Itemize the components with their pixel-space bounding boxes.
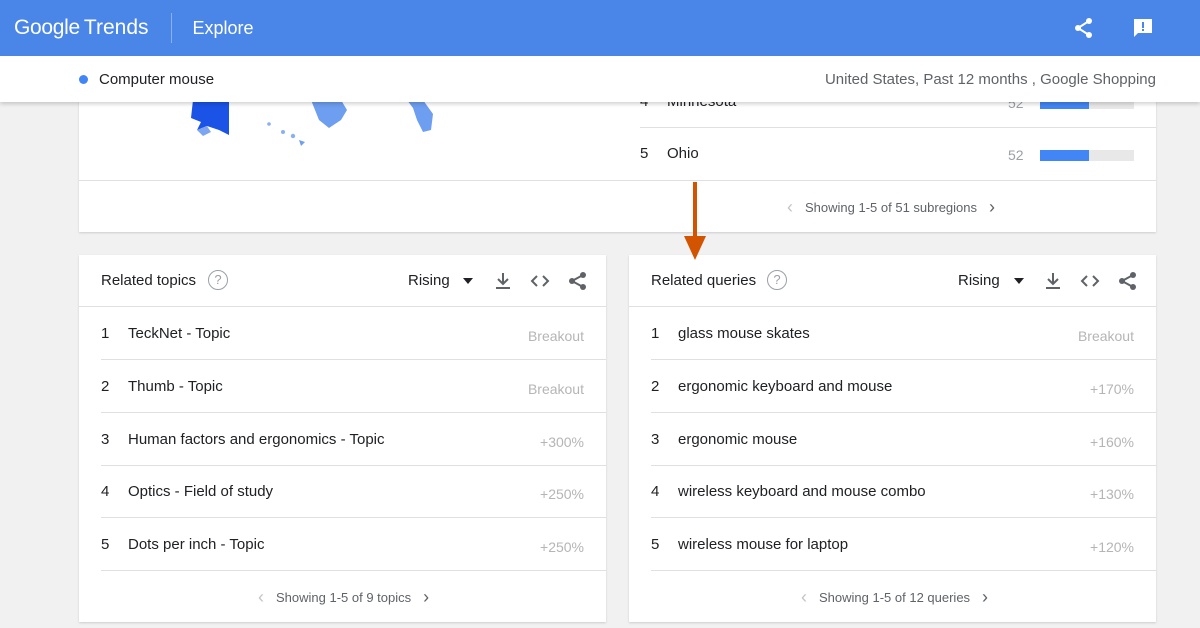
row-value: +160% — [1090, 434, 1134, 450]
row-value: +130% — [1090, 486, 1134, 502]
related-queries-header: Related queries ? Rising — [629, 255, 1156, 307]
subregion-pager: ‹ Showing 1-5 of 51 subregions › — [775, 197, 1007, 218]
row-label: Thumb - Topic — [128, 378, 223, 395]
row-rank: 2 — [651, 378, 660, 395]
row-rank: 3 — [651, 431, 660, 448]
region-card: 4 Minnesota 52 5 Ohio 52 ‹ Showing 1-5 o… — [79, 80, 1156, 232]
row-value: +120% — [1090, 539, 1134, 555]
row-rank: 5 — [651, 536, 660, 553]
header-divider — [170, 13, 172, 43]
row-value: Breakout — [1077, 328, 1134, 344]
embed-code-icon[interactable] — [1079, 270, 1101, 292]
subregion-pager-text: Showing 1-5 of 51 subregions — [805, 200, 978, 215]
topics-pager-text: Showing 1-5 of 9 topics — [276, 590, 412, 605]
row-value: +300% — [540, 434, 584, 450]
download-icon[interactable] — [492, 270, 514, 292]
row-rank: 3 — [101, 431, 110, 448]
row-label: Human factors and ergonomics - Topic — [128, 431, 385, 448]
row-label: TeckNet - Topic — [128, 325, 231, 342]
google-trends-logo[interactable]: Google Trends — [14, 16, 149, 40]
row-label: ergonomic mouse — [678, 431, 798, 448]
prev-page-icon[interactable]: ‹ — [787, 197, 793, 218]
related-topic-row[interactable]: 2 Thumb - Topic Breakout — [101, 360, 606, 413]
topics-pager: ‹ Showing 1-5 of 9 topics › — [246, 587, 441, 608]
term-color-dot — [79, 74, 88, 84]
next-page-icon[interactable]: › — [423, 587, 429, 608]
subregion-name: Ohio — [667, 145, 699, 162]
app-bar: Google Trends Explore — [0, 0, 1200, 56]
next-page-icon[interactable]: › — [989, 197, 995, 218]
row-value: Breakout — [527, 328, 584, 344]
related-topics-card: Related topics ? Rising 1 TeckNet - Topi… — [79, 255, 606, 622]
search-term[interactable]: Computer mouse — [99, 71, 214, 88]
row-rank: 2 — [101, 378, 110, 395]
prev-page-icon[interactable]: ‹ — [801, 587, 807, 608]
help-icon[interactable]: ? — [208, 270, 228, 290]
logo-trends-text: Trends — [83, 16, 149, 39]
related-topic-row[interactable]: 1 TeckNet - Topic Breakout — [101, 307, 606, 360]
row-label: wireless mouse for laptop — [678, 536, 849, 553]
logo-google-text: Google — [14, 16, 80, 39]
row-label: glass mouse skates — [678, 325, 810, 342]
row-rank: 4 — [101, 483, 110, 500]
subregion-bar-track — [1040, 150, 1134, 161]
search-term-bar: Computer mouse United States, Past 12 mo… — [0, 56, 1200, 102]
row-value: +170% — [1090, 381, 1134, 397]
related-query-row[interactable]: 1 glass mouse skates Breakout — [651, 307, 1156, 360]
subregion-bar — [1040, 150, 1089, 161]
related-queries-title: Related queries — [651, 272, 757, 289]
row-rank: 4 — [651, 483, 660, 500]
chevron-down-icon[interactable] — [463, 278, 473, 284]
subregion-row[interactable]: 5 Ohio 52 — [640, 128, 1156, 180]
share-icon[interactable] — [1071, 15, 1097, 41]
queries-pager: ‹ Showing 1-5 of 12 queries › — [789, 587, 1000, 608]
subregion-rank: 5 — [640, 145, 649, 162]
related-topic-row[interactable]: 5 Dots per inch - Topic +250% — [101, 518, 606, 571]
row-label: Dots per inch - Topic — [128, 536, 265, 553]
queries-pager-text: Showing 1-5 of 12 queries — [819, 590, 971, 605]
row-label: wireless keyboard and mouse combo — [678, 483, 926, 500]
row-rank: 1 — [651, 325, 660, 342]
row-rank: 1 — [101, 325, 110, 342]
subregion-footer: ‹ Showing 1-5 of 51 subregions › — [79, 180, 1156, 232]
row-label: ergonomic keyboard and mouse — [678, 378, 893, 395]
download-icon[interactable] — [1042, 270, 1064, 292]
share-icon[interactable] — [567, 270, 589, 292]
page-title: Explore — [192, 17, 254, 38]
related-topics-header: Related topics ? Rising — [79, 255, 606, 307]
related-query-row[interactable]: 2 ergonomic keyboard and mouse +170% — [651, 360, 1156, 413]
subregion-value: 52 — [1008, 147, 1024, 163]
row-value: +250% — [540, 486, 584, 502]
search-filters[interactable]: United States, Past 12 months , Google S… — [825, 71, 1156, 88]
rising-dropdown[interactable]: Rising — [958, 272, 1000, 289]
annotation-arrow — [684, 182, 706, 260]
share-icon[interactable] — [1117, 270, 1139, 292]
feedback-icon[interactable] — [1130, 15, 1156, 41]
row-value: +250% — [540, 539, 584, 555]
related-topic-row[interactable]: 4 Optics - Field of study +250% — [101, 465, 606, 518]
related-topic-row[interactable]: 3 Human factors and ergonomics - Topic +… — [101, 413, 606, 466]
related-topics-title: Related topics — [101, 272, 197, 289]
prev-page-icon[interactable]: ‹ — [258, 587, 264, 608]
embed-code-icon[interactable] — [529, 270, 551, 292]
chevron-down-icon[interactable] — [1014, 278, 1024, 284]
row-label: Optics - Field of study — [128, 483, 274, 500]
related-query-row[interactable]: 4 wireless keyboard and mouse combo +130… — [651, 465, 1156, 518]
next-page-icon[interactable]: › — [982, 587, 988, 608]
help-icon[interactable]: ? — [767, 270, 787, 290]
rising-dropdown[interactable]: Rising — [408, 272, 450, 289]
related-query-row[interactable]: 3 ergonomic mouse +160% — [651, 413, 1156, 466]
related-queries-card: Related queries ? Rising 1 glass mouse s… — [629, 255, 1156, 622]
related-query-row[interactable]: 5 wireless mouse for laptop +120% — [651, 518, 1156, 571]
row-rank: 5 — [101, 536, 110, 553]
row-value: Breakout — [527, 381, 584, 397]
